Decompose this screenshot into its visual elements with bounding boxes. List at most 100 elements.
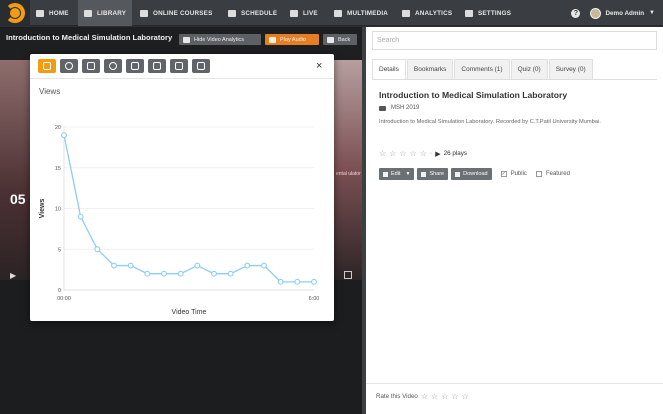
data-point — [244, 262, 251, 269]
star-icon: ☆ — [389, 149, 397, 158]
footer-divider — [366, 383, 663, 384]
chevron-down-icon[interactable]: ▼ — [649, 10, 655, 16]
chevron-down-icon: ▼ — [405, 171, 411, 177]
data-point — [211, 270, 217, 277]
play-count: 26 plays — [443, 150, 468, 157]
nav-analytics[interactable]: ANALYTICS — [402, 0, 452, 26]
monitor-icon[interactable] — [126, 59, 144, 73]
folder-name: MSH 2019 — [391, 105, 420, 111]
copy-icon[interactable] — [192, 59, 210, 73]
star-icon[interactable]: ☆ — [462, 392, 469, 401]
folder-label[interactable]: MSH 2019 — [379, 105, 419, 111]
nav-settings-label: SETTINGS — [478, 9, 512, 17]
multimedia-icon — [334, 9, 342, 17]
avatar[interactable] — [590, 7, 602, 19]
globe-icon[interactable] — [104, 59, 122, 73]
tab-survey[interactable]: Survey (0) — [548, 59, 593, 79]
tab-details[interactable]: Details — [372, 59, 406, 79]
rate-video: Rate this Video ☆ ☆ ☆ ☆ ☆ — [376, 392, 469, 401]
analytics-toolbar — [38, 59, 210, 73]
share-icon — [421, 171, 427, 177]
back-button[interactable]: Back — [323, 34, 357, 45]
sort-icon[interactable] — [82, 59, 100, 73]
nav-settings[interactable]: SETTINGS — [465, 0, 511, 26]
nav-multimedia[interactable]: MULTIMEDIA — [334, 0, 388, 26]
star-icon: ☆ — [379, 149, 387, 158]
y-axis-label: Views — [39, 199, 46, 219]
checkbox-icon — [535, 171, 542, 177]
user-name[interactable]: Demo Admin — [605, 10, 644, 17]
hide-analytics-button[interactable]: Hide Video Analytics — [179, 34, 261, 45]
document-icon[interactable] — [148, 59, 166, 73]
book-icon — [140, 9, 148, 17]
download-label: Download — [463, 171, 488, 177]
edit-button[interactable]: Edit ▼ — [379, 168, 415, 180]
public-label: Public — [510, 171, 527, 177]
broadcast-icon — [290, 9, 298, 17]
fullscreen-icon[interactable] — [344, 271, 352, 279]
action-row: Edit ▼ Share Download ✓ Public Featured — [379, 168, 570, 180]
back-label: Back — [338, 36, 351, 43]
views-chart: 0 5 10 15 20 00:00 6:00 Video Time Views — [39, 125, 319, 314]
data-point — [194, 262, 201, 269]
video-description: Introduction to Medical Simulation Labor… — [379, 119, 601, 125]
featured-checkbox[interactable]: Featured — [535, 171, 570, 177]
data-point — [294, 278, 301, 285]
data-point — [311, 278, 317, 285]
clock-icon[interactable] — [60, 59, 78, 73]
checkbox-checked-icon: ✓ — [500, 171, 507, 177]
nav-home[interactable]: HOME — [36, 0, 75, 26]
play-icon[interactable]: ▶ — [10, 271, 16, 280]
tab-comments[interactable]: Comments (1) — [454, 59, 510, 79]
bookmark-icon[interactable] — [170, 59, 188, 73]
play-audio-button[interactable]: Play Audio — [265, 34, 319, 45]
star-icon[interactable]: ☆ — [421, 392, 428, 401]
help-icon[interactable]: ? — [571, 8, 581, 18]
download-button[interactable]: Download — [451, 168, 492, 180]
nav-live[interactable]: LIVE — [290, 0, 318, 26]
tab-quiz[interactable]: Quiz (0) — [510, 59, 548, 79]
data-point — [77, 213, 84, 220]
search-input[interactable]: Search — [372, 31, 657, 50]
close-icon[interactable]: × — [316, 60, 322, 72]
video-frame-text: ental ulator — [336, 171, 361, 177]
star-icon[interactable]: ☆ — [451, 392, 458, 401]
app-logo[interactable] — [0, 0, 30, 26]
rating-row: ☆ ☆ ☆ ☆ ☆ · ▶ 26 plays — [379, 149, 467, 158]
calendar-icon — [228, 9, 236, 17]
rate-label: Rate this Video — [376, 393, 418, 400]
chart-icon — [402, 9, 410, 17]
data-point — [177, 270, 184, 277]
play-icon: ▶ — [435, 150, 441, 158]
star-icon[interactable]: ☆ — [441, 392, 448, 401]
views-chart-tool-icon[interactable] — [38, 59, 56, 73]
star-icon: ☆ — [399, 149, 407, 158]
data-point — [111, 262, 117, 269]
folder-icon — [379, 105, 386, 111]
public-checkbox[interactable]: ✓ Public — [500, 171, 527, 177]
top-navigation-bar: HOME LIBRARY ONLINE COURSES SCHEDULE LIV… — [0, 0, 663, 26]
edit-label: Edit — [391, 171, 401, 177]
video-frame-number: 05 — [10, 191, 26, 207]
pencil-icon — [383, 171, 388, 177]
nav-online-courses[interactable]: ONLINE COURSES — [140, 0, 212, 26]
y-tick-label: 15 — [55, 166, 61, 172]
nav-live-label: LIVE — [303, 9, 318, 17]
nav-schedule[interactable]: SCHEDULE — [228, 0, 277, 26]
data-point — [161, 270, 167, 277]
star-icon[interactable]: ☆ — [431, 392, 438, 401]
data-point — [127, 262, 134, 269]
details-tabs: Details Bookmarks Comments (1) Quiz (0) … — [372, 59, 594, 79]
nav-library-label: LIBRARY — [97, 9, 127, 17]
nav-library[interactable]: LIBRARY — [78, 0, 133, 26]
play-audio-label: Play Audio — [280, 36, 306, 43]
tab-bookmarks[interactable]: Bookmarks — [406, 59, 454, 79]
share-label: Share — [429, 171, 445, 177]
data-point — [144, 270, 151, 277]
nav-multimedia-label: MULTIMEDIA — [347, 9, 389, 17]
video-title: Introduction to Medical Simulation Labor… — [6, 33, 173, 42]
data-point — [277, 278, 284, 285]
share-button[interactable]: Share — [417, 168, 449, 180]
nav-schedule-label: SCHEDULE — [241, 9, 278, 17]
nav-analytics-label: ANALYTICS — [415, 9, 453, 17]
